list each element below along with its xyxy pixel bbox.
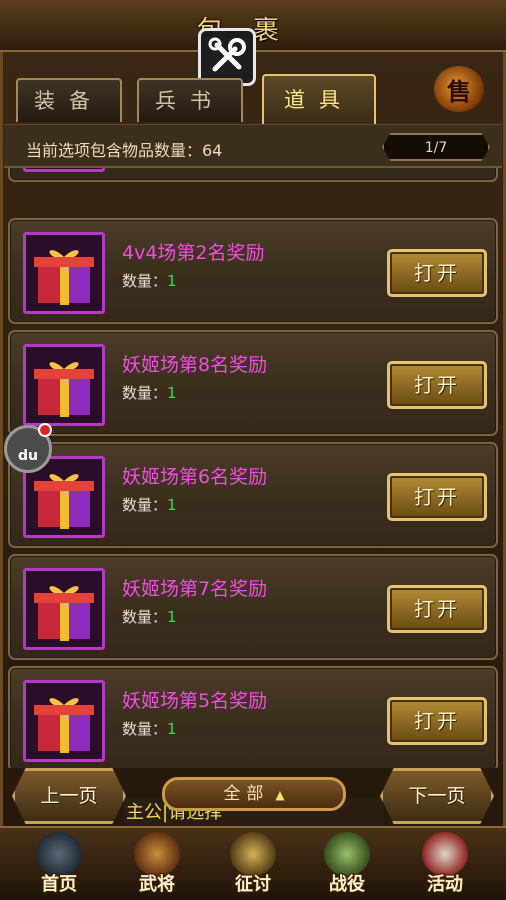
- sell-icon[interactable]: 售: [434, 66, 484, 112]
- list-item: 妖姬场第5名奖励 数量：1 打开: [8, 666, 498, 768]
- item-quantity: 数量：1: [122, 270, 177, 291]
- quantity-value: 1: [167, 608, 177, 626]
- quantity-value: 1: [167, 272, 177, 290]
- item-quantity: 数量：1: [122, 606, 177, 627]
- gift-box-icon: [23, 680, 105, 762]
- list-item: 妖姬场第8名奖励 数量：1 打开: [8, 330, 498, 436]
- prev-page-button[interactable]: 上一页: [12, 768, 126, 824]
- item-name: 妖姬场第6名奖励: [122, 466, 268, 488]
- quantity-value: 1: [167, 496, 177, 514]
- filter-dropdown[interactable]: 全部 ▲: [162, 777, 346, 811]
- list-item: 4v4场第2名奖励 数量：1 打开: [8, 218, 498, 324]
- nav-label: 武将: [139, 874, 175, 895]
- open-button[interactable]: 打开: [387, 697, 487, 745]
- item-list[interactable]: 4v4场第2名奖励 数量：1 打开 妖姬场第8名奖励 数量：1 打开 妖姬场第6…: [8, 168, 498, 768]
- quantity-value: 1: [167, 720, 177, 738]
- page-indicator: 1/7: [382, 133, 490, 161]
- tab-items[interactable]: 道具: [262, 74, 376, 124]
- next-page-button[interactable]: 下一页: [380, 768, 494, 824]
- open-button[interactable]: 打开: [387, 249, 487, 297]
- gift-box-icon: [23, 344, 105, 426]
- list-item: 妖姬场第6名奖励 数量：1 打开: [8, 442, 498, 548]
- open-button[interactable]: 打开: [387, 585, 487, 633]
- gift-box-icon: [23, 168, 105, 172]
- nav-campaign[interactable]: 征讨: [208, 830, 298, 900]
- quantity-label: 数量：: [122, 608, 168, 626]
- nav-label: 战役: [329, 874, 365, 895]
- list-item: [8, 168, 498, 182]
- nav-label: 首页: [41, 874, 77, 895]
- item-count: 当前选项包含物品数量：64: [26, 141, 223, 160]
- open-button[interactable]: 打开: [387, 473, 487, 521]
- item-name: 4v4场第2名奖励: [122, 242, 265, 264]
- gift-box-icon: [23, 232, 105, 314]
- item-name: 妖姬场第5名奖励: [122, 690, 268, 712]
- nav-label: 征讨: [235, 874, 271, 895]
- quantity-value: 1: [167, 384, 177, 402]
- summary-bar: 当前选项包含物品数量：64 1/7: [4, 124, 502, 168]
- nav-events[interactable]: 活动: [400, 830, 490, 900]
- tab-books[interactable]: 兵书: [137, 78, 243, 122]
- nav-label: 活动: [427, 874, 463, 895]
- item-quantity: 数量：1: [122, 494, 177, 515]
- triangle-up-icon: ▲: [275, 788, 285, 802]
- quantity-label: 数量：: [122, 496, 168, 514]
- bottom-nav: 首页 武将 征讨 战役 活动: [0, 826, 506, 900]
- item-quantity: 数量：1: [122, 718, 177, 739]
- item-name: 妖姬场第8名奖励: [122, 354, 268, 376]
- nav-battle[interactable]: 战役: [302, 830, 392, 900]
- quantity-label: 数量：: [122, 384, 168, 402]
- nav-generals[interactable]: 武将: [112, 830, 202, 900]
- notification-dot: [38, 423, 52, 437]
- quantity-label: 数量：: [122, 272, 168, 290]
- list-item: 妖姬场第7名奖励 数量：1 打开: [8, 554, 498, 660]
- quantity-label: 数量：: [122, 720, 168, 738]
- open-button[interactable]: 打开: [387, 361, 487, 409]
- filter-label: 全部: [223, 784, 270, 804]
- nav-home[interactable]: 首页: [14, 830, 104, 900]
- gift-box-icon: [23, 568, 105, 650]
- item-name: 妖姬场第7名奖励: [122, 578, 268, 600]
- tab-equipment[interactable]: 装备: [16, 78, 122, 122]
- item-quantity: 数量：1: [122, 382, 177, 403]
